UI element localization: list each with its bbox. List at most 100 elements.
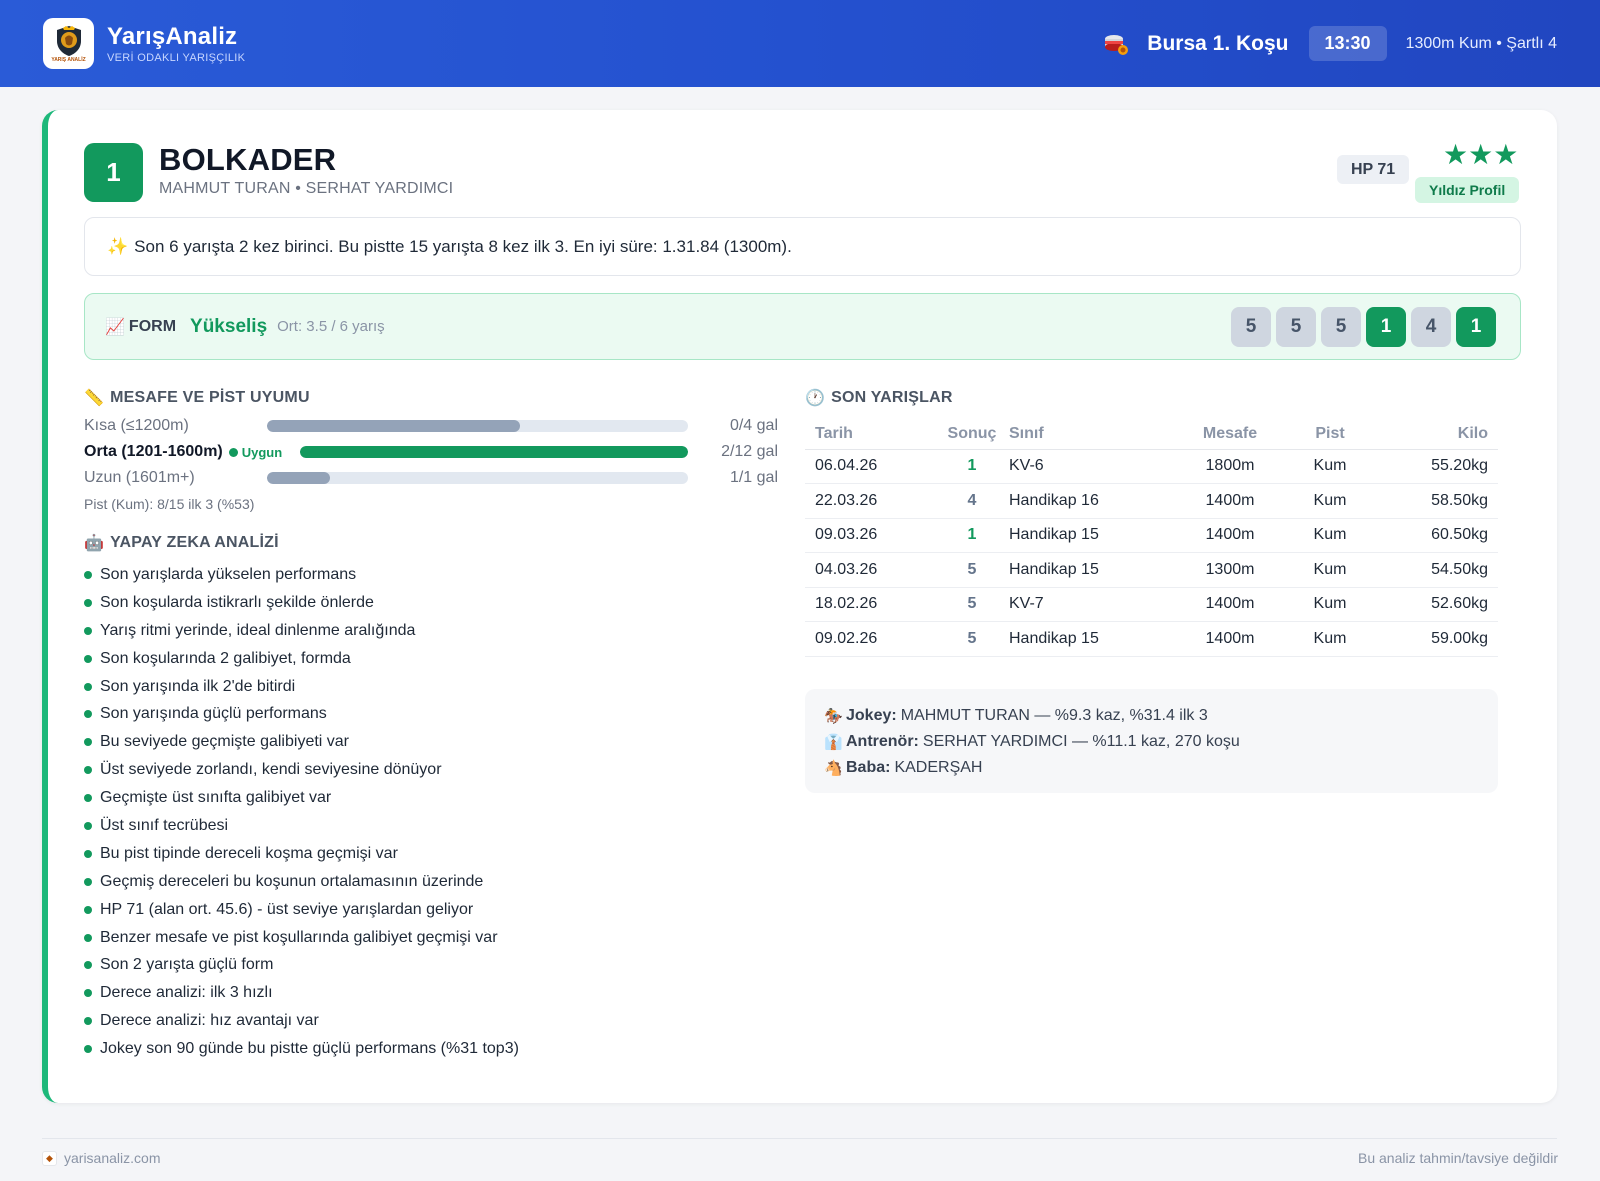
table-header-row: Tarih Sonuç Sınıf Mesafe Pist Kilo — [805, 420, 1498, 450]
bullet-icon — [84, 738, 92, 747]
distance-label: Uzun (1601m+) — [84, 469, 195, 486]
brand-tagline: VERİ ODAKLI YARIŞÇILIK — [107, 51, 246, 64]
table-row[interactable]: 09.03.26 1 Handikap 15 1400m Kum 60.50kg — [805, 518, 1498, 553]
lion-shield-icon — [56, 25, 81, 56]
brand: YarışAnaliz VERİ ODAKLI YARIŞÇILIK — [107, 22, 246, 64]
bullet-icon — [84, 766, 92, 775]
ai-insights-list: Son yarışlarda yükselen performans Son ko… — [84, 561, 519, 1063]
hp-badge: HP 71 — [1337, 155, 1410, 184]
ai-title-text: YAPAY ZEKA ANALİZİ — [110, 534, 279, 551]
insight-text: Üst seviyede zorlandı, kendi seviyesine … — [100, 761, 442, 779]
recent-section-title: 🕐 SON YARIŞLAR — [805, 388, 953, 408]
cell-class: Handikap 16 — [1009, 483, 1167, 519]
column-header: Kilo — [1367, 420, 1498, 450]
horse-name: BOLKADER — [159, 142, 337, 177]
cell-track: Kum — [1293, 449, 1367, 484]
distance-bar-fill — [300, 446, 688, 458]
insight-text: Son yarışlarda yükselen performans — [100, 565, 357, 583]
bullet-icon — [84, 1045, 92, 1054]
bullet-icon — [84, 877, 92, 886]
logo-caption: YARIŞ ANALİZ — [51, 56, 86, 63]
chart-increasing-icon: 📈 — [105, 318, 125, 336]
top-header: YARIŞ ANALİZ YarışAnaliz VERİ ODAKLI YAR… — [0, 0, 1600, 87]
insight-text: Bu seviyede geçmişte galibiyeti var — [100, 733, 350, 751]
cell-track: Kum — [1293, 621, 1367, 657]
status-dot-icon — [228, 447, 238, 457]
distance-bar-fill — [267, 420, 520, 432]
insight-text: Son yarışında ilk 2'de bitirdi — [100, 677, 296, 695]
list-item: Bu pist tipinde dereceli koşma geçmişi v… — [84, 840, 519, 868]
cell-distance: 1400m — [1167, 621, 1293, 657]
list-item: Derece analizi: ilk 3 hızlı — [84, 979, 519, 1007]
column-header: Mesafe — [1167, 420, 1293, 450]
recent-title-text: SON YARIŞLAR — [831, 389, 953, 406]
jockey-icon: 🏇 — [824, 708, 843, 725]
table-row[interactable]: 22.03.26 4 Handikap 16 1400m Kum 58.50kg — [805, 483, 1498, 519]
clock-icon: 🕐 — [805, 390, 826, 407]
star-profile-badge: Yıldız Profil — [1415, 177, 1520, 203]
ai-section-title: 🤖 YAPAY ZEKA ANALİZİ — [84, 533, 279, 553]
sire-info: KADERŞAH — [894, 759, 983, 776]
table-row[interactable]: 06.04.26 1 KV-6 1800m Kum 55.20kg — [805, 449, 1498, 484]
bullet-icon — [84, 905, 92, 914]
column-header: Tarih — [805, 420, 935, 450]
column-header: Sonuç — [935, 420, 1009, 450]
bullet-icon — [84, 682, 92, 691]
race-title: Bursa 1. Koşu — [1147, 31, 1289, 55]
form-result-chip: 5 — [1231, 306, 1271, 347]
insight-text: Benzer mesafe ve pist koşullarında galib… — [100, 928, 498, 946]
fit-badge: Uygun — [228, 445, 282, 460]
insight-text: Geçmiş dereceleri bu koşunun ortalamasın… — [100, 872, 484, 890]
cell-result: 5 — [935, 587, 1009, 622]
list-item: Son 2 yarışta güçlü form — [84, 951, 519, 979]
insight-text: Üst sınıf tecrübesi — [100, 816, 229, 834]
form-result-chip: 1 — [1366, 306, 1406, 347]
footer-site[interactable]: ◆ yarisanaliz.com — [42, 1150, 160, 1166]
bullet-icon — [84, 598, 92, 607]
cell-weight: 55.20kg — [1367, 449, 1498, 484]
race-header: Bursa 1. Koşu 13:30 1300m Kum • Şartlı 4 — [1103, 26, 1557, 61]
list-item: Geçmişte üst sınıfta galibiyet var — [84, 784, 519, 812]
trainer-label: Antrenör: — [846, 733, 919, 750]
bullet-icon — [84, 821, 92, 830]
bullet-icon — [84, 710, 92, 719]
cell-distance: 1300m — [1167, 552, 1293, 588]
horse-number-badge: 1 — [84, 143, 143, 202]
distance-bar — [300, 446, 688, 458]
list-item: Bu seviyede geçmişte galibiyeti var — [84, 728, 519, 756]
table-row[interactable]: 18.02.26 5 KV-7 1400m Kum 52.60kg — [805, 587, 1498, 622]
brand-logo[interactable]: YARIŞ ANALİZ — [43, 18, 94, 69]
insight-text: Geçmişte üst sınıfta galibiyet var — [100, 789, 332, 807]
cell-result: 1 — [935, 449, 1009, 484]
bullet-icon — [84, 794, 92, 803]
trainer-info: SERHAT YARDIMCI — %11.1 kaz, 270 koşu — [922, 733, 1240, 750]
footer-disclaimer: Bu analiz tahmin/tavsiye değildir — [1358, 1150, 1558, 1166]
cell-weight: 59.00kg — [1367, 621, 1498, 657]
insight-text: Son koşularda istikrarlı şekilde önlerde — [100, 593, 374, 611]
distance-value: 0/4 gal — [729, 417, 778, 434]
race-badge-icon — [1105, 34, 1129, 55]
connections-box: 🏇 Jokey: MAHMUT TURAN — %9.3 kaz, %31.4 … — [805, 689, 1498, 793]
list-item: Son koşularda istikrarlı şekilde önlerde — [84, 589, 519, 617]
distance-title-text: MESAFE VE PİST UYUMU — [110, 389, 310, 406]
insight-text: Son koşularında 2 galibiyet, formda — [100, 649, 351, 667]
race-time-badge: 13:30 — [1308, 26, 1387, 61]
cell-weight: 60.50kg — [1367, 518, 1498, 553]
distance-bar-fill — [267, 472, 331, 484]
bullet-icon — [84, 626, 92, 635]
table-row[interactable]: 04.03.26 5 Handikap 15 1300m Kum 54.50kg — [805, 552, 1498, 588]
form-result-chip: 4 — [1411, 306, 1451, 347]
form-trend: Yükseliş — [190, 315, 268, 337]
jockey-row: 🏇 Jokey: MAHMUT TURAN — %9.3 kaz, %31.4 … — [824, 703, 1479, 729]
cell-track: Kum — [1293, 518, 1367, 553]
brand-name: YarışAnaliz — [107, 22, 238, 50]
distance-value: 1/1 gal — [729, 469, 778, 486]
table-row[interactable]: 09.02.26 5 Handikap 15 1400m Kum 59.00kg — [805, 621, 1498, 657]
insight-text: Derece analizi: hız avantajı var — [100, 1012, 319, 1030]
cell-date: 09.02.26 — [805, 621, 935, 657]
cell-class: KV-6 — [1009, 449, 1167, 484]
cell-track: Kum — [1293, 483, 1367, 519]
cell-date: 22.03.26 — [805, 483, 935, 519]
list-item: Son yarışında güçlü performans — [84, 700, 519, 728]
cell-track: Kum — [1293, 552, 1367, 588]
